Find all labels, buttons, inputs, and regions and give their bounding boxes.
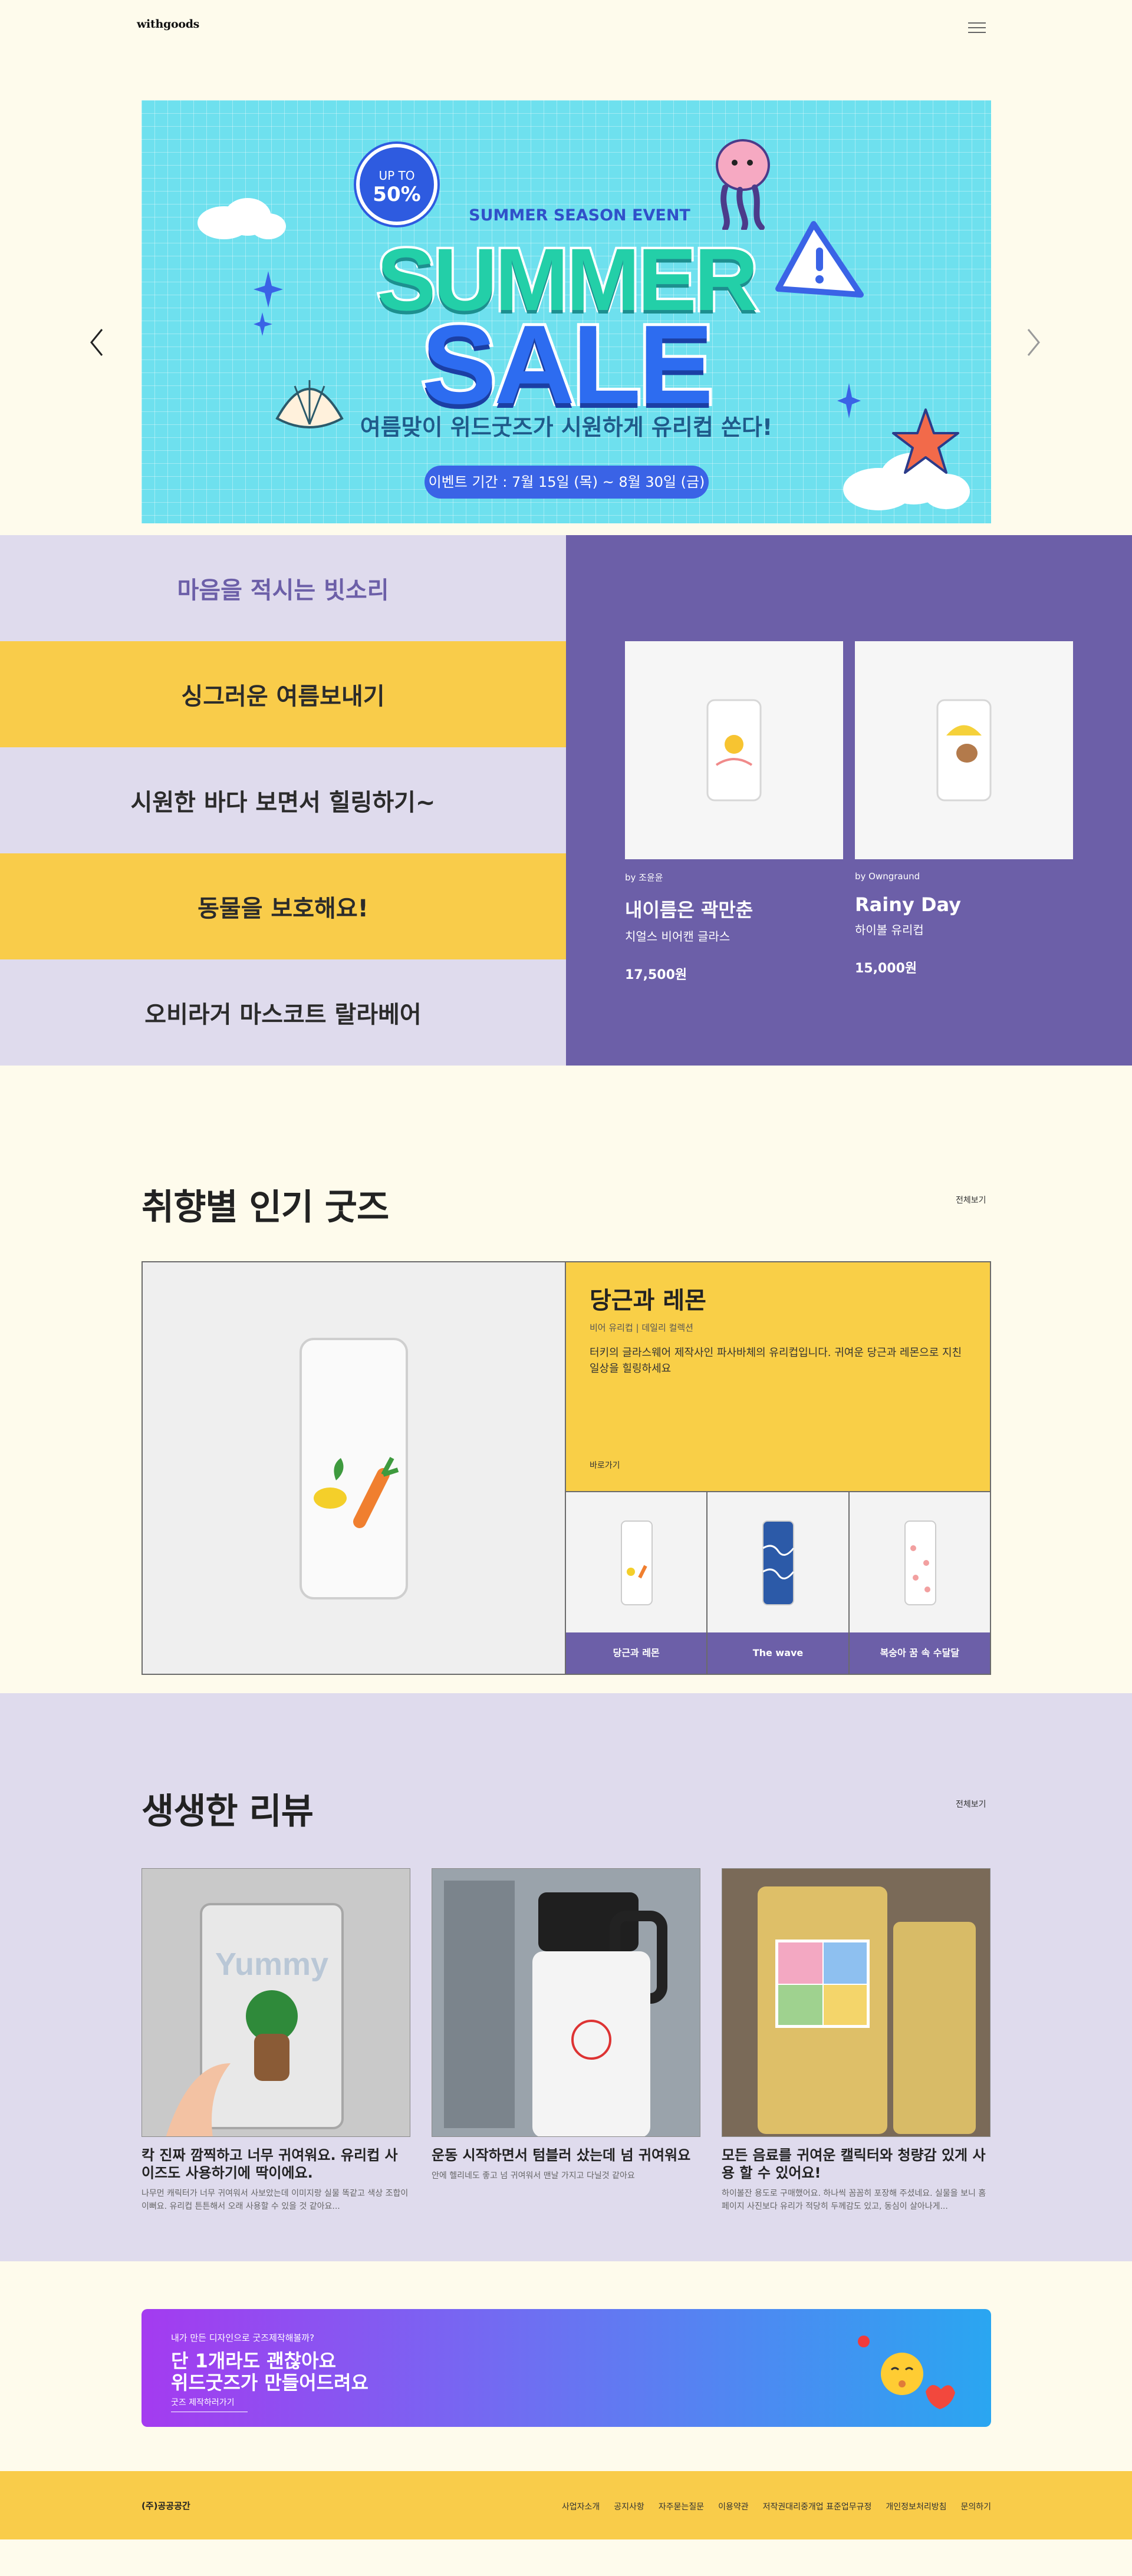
featured-product-meta: 비어 유리컵 | 데일리 컬렉션 bbox=[590, 1322, 693, 1333]
review-photo-highball bbox=[758, 1886, 976, 2134]
review-card[interactable]: 운동 시작하면서 텀블러 샀는데 넘 귀여워요 안에 헬리네도 좋고 넘 귀여워… bbox=[432, 1868, 700, 2183]
thumbnail-label: 복숭아 꿈 속 수달달 bbox=[849, 1632, 990, 1674]
custom-goods-banner[interactable]: 내가 만든 디자인으로 굿즈제작해볼까? 단 1개라도 괜찮아요 위드굿즈가 만… bbox=[142, 2309, 991, 2427]
product-thumbnail[interactable]: 복숭아 꿈 속 수달달 bbox=[849, 1492, 990, 1674]
featured-product-desc: 터키의 글라스웨어 제작사인 파사바체의 유리컵입니다. 귀여운 당근과 레몬으… bbox=[590, 1347, 962, 1375]
product-category: 하이볼 유리컵 bbox=[855, 923, 924, 937]
theme-list: 마음을 적시는 빗소리 싱그러운 여름보내기 시원한 바다 보면서 힐링하기~ … bbox=[0, 535, 566, 1066]
footer-links: 사업자소개 공지사항 자주묻는질문 이용약관 저작권대리중개업 표준업무규정 개… bbox=[562, 2501, 991, 2512]
review-card[interactable]: Yummy 칵 진짜 깜찍하고 너무 귀여워요. 유리컵 사이즈도 사용하기에 … bbox=[142, 1868, 410, 2213]
cta-headline-line1: 단 1개라도 괜찮아요 bbox=[171, 2350, 337, 2372]
product-category: 치얼스 비어캔 글라스 bbox=[625, 929, 730, 944]
hero-slider: UP TO 50% SUMMER SEASON EVENT SUMMER SAL… bbox=[0, 57, 1132, 586]
footer: (주)공공공간 사업자소개 공지사항 자주묻는질문 이용약관 저작권대리중개업 … bbox=[0, 2471, 1132, 2539]
footer-link[interactable]: 저작권대리중개업 표준업무규정 bbox=[763, 2501, 872, 2512]
banner-date-pill: 이벤트 기간 : 7월 15일 (목) ~ 8월 30일 (금) bbox=[424, 466, 709, 499]
product-price: 17,500원 bbox=[625, 968, 687, 982]
product-image[interactable] bbox=[625, 641, 843, 859]
review-image[interactable]: Yummy bbox=[142, 1868, 410, 2137]
review-title: 모든 음료를 귀여운 캘릭터와 청량감 있게 사용 할 수 있어요! bbox=[722, 2147, 986, 2181]
glass-cup-icon bbox=[300, 1338, 408, 1599]
cta-headline-line2: 위드굿즈가 만들어드려요 bbox=[171, 2371, 368, 2394]
review-image[interactable] bbox=[722, 1868, 990, 2137]
reviews-section: 생생한 리뷰 전체보기 Yummy 칵 진짜 깜찍하고 너무 귀여워요. 유리컵… bbox=[0, 1693, 1132, 2261]
product-image[interactable] bbox=[855, 641, 1073, 859]
thumbnail-label: The wave bbox=[708, 1632, 848, 1674]
cta-section: 내가 만든 디자인으로 굿즈제작해볼까? 단 1개라도 괜찮아요 위드굿즈가 만… bbox=[0, 2261, 1132, 2471]
featured-product-info: 당근과 레몬 비어 유리컵 | 데일리 컬렉션 터키의 글라스웨어 제작사인 파… bbox=[566, 1262, 990, 1492]
review-card[interactable]: 모든 음료를 귀여운 캘릭터와 청량감 있게 사용 할 수 있어요! 하이볼잔 … bbox=[722, 1868, 990, 2213]
make-goods-link[interactable]: 굿즈 제작하러가기 bbox=[171, 2396, 248, 2412]
featured-product-image[interactable] bbox=[143, 1262, 566, 1674]
product-thumbnail[interactable]: 당근과 레몬 bbox=[566, 1492, 708, 1674]
cta-question: 내가 만든 디자인으로 굿즈제작해볼까? bbox=[171, 2333, 315, 2343]
footer-link[interactable]: 공지사항 bbox=[614, 2501, 644, 2512]
product-price: 15,000원 bbox=[855, 961, 917, 976]
theme-item[interactable]: 마음을 적시는 빗소리 bbox=[0, 535, 566, 641]
product-artist: by Owngraund bbox=[855, 871, 920, 882]
view-all-link[interactable]: 전체보기 bbox=[956, 1798, 986, 1810]
product-thumbnails: 당근과 레몬 The wave 복숭아 꿈 속 수달달 bbox=[566, 1492, 990, 1674]
footer-link[interactable]: 사업자소개 bbox=[562, 2501, 600, 2512]
review-photo-tumbler bbox=[432, 1869, 700, 2136]
hero-banner[interactable]: UP TO 50% SUMMER SEASON EVENT SUMMER SAL… bbox=[142, 100, 991, 523]
discount-badge: UP TO 50% bbox=[356, 144, 437, 225]
glass-cup-icon bbox=[762, 1520, 795, 1605]
product-card[interactable]: by Owngraund Rainy Day 하이볼 유리컵 15,000원 bbox=[855, 641, 1073, 977]
section-title: 생생한 리뷰 bbox=[142, 1791, 314, 1832]
product-artist: by 조윤윤 bbox=[625, 872, 663, 883]
theme-item[interactable]: 시원한 바다 보면서 힐링하기~ bbox=[0, 747, 566, 853]
footer-link[interactable]: 문의하기 bbox=[960, 2501, 991, 2512]
hamburger-icon[interactable] bbox=[968, 22, 986, 35]
glass-cup-icon bbox=[904, 1520, 936, 1605]
emoji-icons bbox=[858, 2336, 955, 2409]
footer-link[interactable]: 이용약관 bbox=[718, 2501, 749, 2512]
svg-text:Yummy: Yummy bbox=[215, 1947, 328, 1982]
review-photo-glass: Yummy bbox=[166, 1903, 344, 2136]
review-title: 운동 시작하면서 텀블러 샀는데 넘 귀여워요 bbox=[432, 2147, 691, 2163]
next-slide-arrow-icon[interactable] bbox=[1021, 325, 1045, 360]
theme-item[interactable]: 오비라거 마스코트 랄라베어 bbox=[0, 959, 566, 1066]
theme-item[interactable]: 동물을 보호해요! bbox=[0, 853, 566, 959]
review-text: 나무먼 캐릭터가 너무 귀여워서 사보았는데 이미지랑 실물 똑같고 색상 조합… bbox=[142, 2189, 409, 2211]
glass-cup-icon bbox=[706, 699, 762, 802]
banner-eyebrow: SUMMER SEASON EVENT bbox=[469, 206, 690, 225]
cta-headline: 단 1개라도 괜찮아요 위드굿즈가 만들어드려요 bbox=[171, 2350, 368, 2394]
company-name: (주)공공공간 bbox=[142, 2501, 190, 2511]
header: withgoods bbox=[0, 0, 1132, 57]
glass-cup-icon bbox=[621, 1520, 653, 1605]
prev-slide-arrow-icon[interactable] bbox=[85, 325, 109, 360]
octopus-character-icon bbox=[716, 139, 770, 230]
site-logo[interactable]: withgoods bbox=[137, 18, 199, 31]
review-text: 안에 헬리네도 좋고 넘 귀여워서 맨날 가지고 다닐것 같아요 bbox=[432, 2171, 635, 2181]
section-title: 취향별 인기 굿즈 bbox=[142, 1187, 389, 1228]
thumbnail-label: 당근과 레몬 bbox=[566, 1632, 707, 1674]
product-name[interactable]: Rainy Day bbox=[855, 893, 1073, 916]
product-thumbnail[interactable]: The wave bbox=[708, 1492, 850, 1674]
review-image[interactable] bbox=[432, 1868, 700, 2137]
glass-cup-icon bbox=[936, 699, 992, 802]
popular-section: 취향별 인기 굿즈 전체보기 당근과 레몬 비어 유리컵 | 데일리 컬렉션 터… bbox=[0, 1066, 1132, 1693]
theme-item[interactable]: 싱그러운 여름보내기 bbox=[0, 641, 566, 747]
go-to-product-link[interactable]: 바로가기 bbox=[590, 1459, 620, 1471]
popular-box: 당근과 레몬 비어 유리컵 | 데일리 컬렉션 터키의 글라스웨어 제작사인 파… bbox=[142, 1261, 991, 1675]
product-name[interactable]: 내이름은 곽만춘 bbox=[625, 895, 843, 922]
featured-product-name: 당근과 레몬 bbox=[590, 1287, 706, 1314]
badge-small-text: UP TO bbox=[379, 169, 415, 183]
product-card[interactable]: by 조윤윤 내이름은 곽만춘 치얼스 비어캔 글라스 17,500원 bbox=[625, 641, 843, 983]
view-all-link[interactable]: 전체보기 bbox=[956, 1194, 986, 1206]
banner-subtitle: 여름맞이 위드굿즈가 시원하게 유리컵 쏜다! bbox=[360, 414, 773, 440]
theme-product-panel: by 조윤윤 내이름은 곽만춘 치얼스 비어캔 글라스 17,500원 by O… bbox=[566, 535, 1132, 1066]
footer-link[interactable]: 자주묻는질문 bbox=[659, 2501, 704, 2512]
badge-big-text: 50% bbox=[373, 183, 421, 206]
review-text: 하이볼잔 용도로 구매했어요. 하나씩 꼼꼼히 포장해 주셨네요. 실물을 보니… bbox=[722, 2189, 986, 2211]
theme-section: 마음을 적시는 빗소리 싱그러운 여름보내기 시원한 바다 보면서 힐링하기~ … bbox=[0, 535, 1132, 1066]
review-title: 칵 진짜 깜찍하고 너무 귀여워요. 유리컵 사이즈도 사용하기에 딱이에요. bbox=[142, 2147, 398, 2181]
footer-link[interactable]: 개인정보처리방침 bbox=[886, 2501, 946, 2512]
